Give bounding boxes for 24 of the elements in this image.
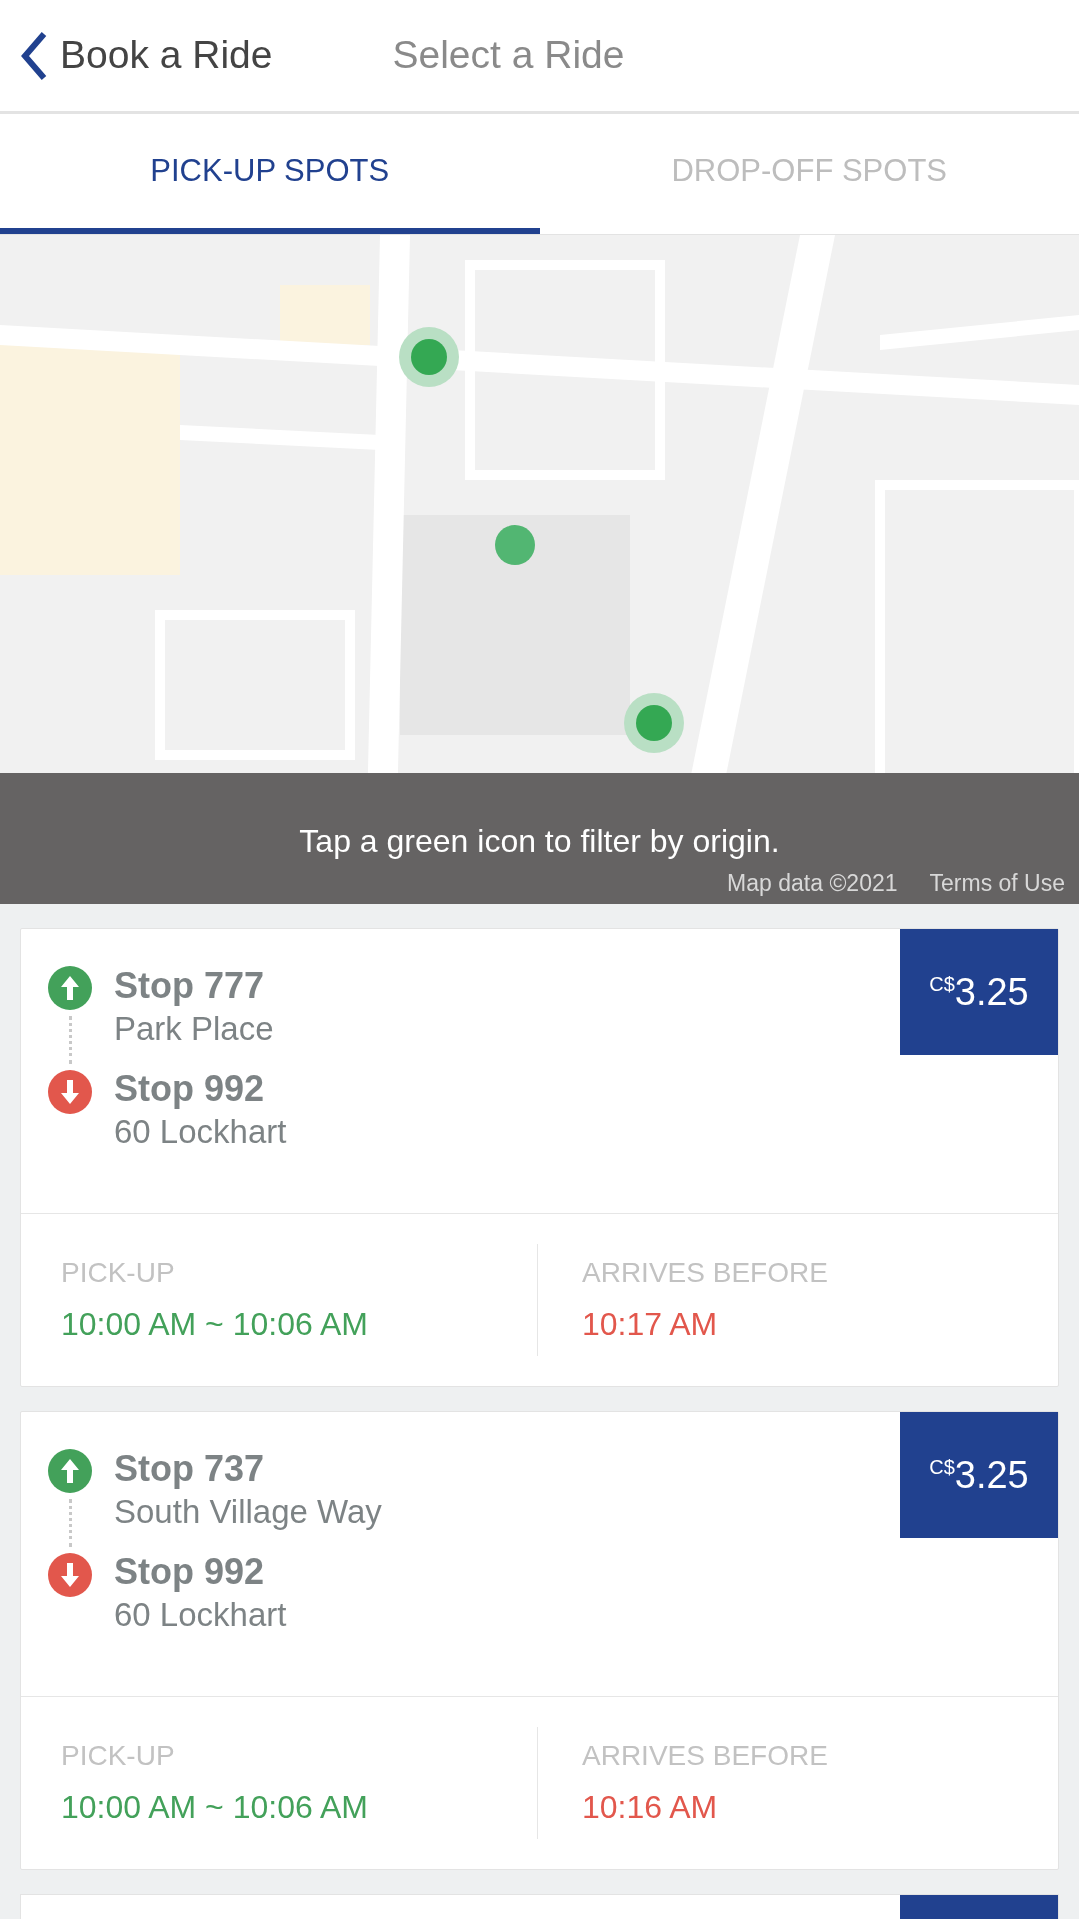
stop-place: Park Place [114,1009,275,1049]
page-title: Select a Ride [392,32,625,79]
terms-link[interactable]: Terms of Use [929,865,1065,900]
pickup-time: 10:00 AM ~ 10:06 AM [61,1788,369,1827]
arrival-time: 10:17 AM [582,1305,719,1344]
pickup-label: PICK-UP [61,1739,176,1773]
stop-place: 60 Lockhart [114,1595,288,1635]
stop-place: South Village Way [114,1492,382,1532]
arrival-label: ARRIVES BEFORE [582,1739,829,1773]
pickup-time: 10:00 AM ~ 10:06 AM [61,1305,369,1344]
dotted-line [68,1499,72,1547]
dotted-line [68,1016,72,1064]
back-chevron-icon [20,30,48,81]
hint-text: Tap a green icon to filter by origin. [299,822,780,861]
arrival-label: ARRIVES BEFORE [582,1256,829,1290]
stop-place: 60 Lockhart [114,1112,287,1152]
stop-name: Stop 992 [114,1550,266,1594]
arrival-time: 10:16 AM [582,1788,719,1827]
stop-name: Stop 737 [114,1447,266,1491]
pickup-label: PICK-UP [61,1256,176,1290]
stop-name: Stop 777 [114,964,266,1008]
stop-name: Stop 992 [114,1067,266,1111]
back-button[interactable]: Book a Ride [0,26,273,85]
map-attribution: Map data ©2021 [727,868,898,898]
